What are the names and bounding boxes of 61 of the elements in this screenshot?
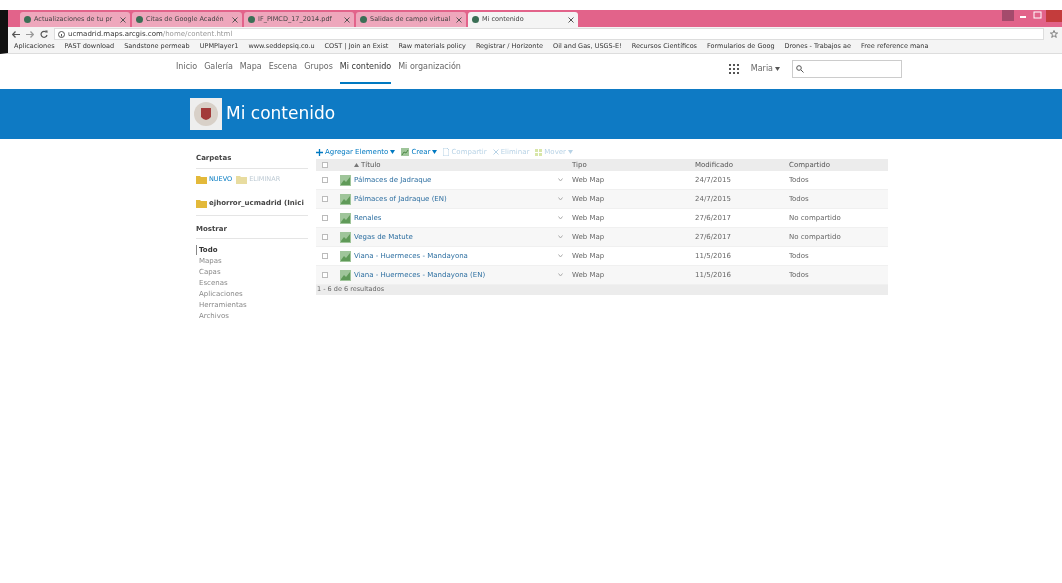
map-icon	[340, 212, 351, 224]
user-menu[interactable]: Maria	[750, 63, 780, 75]
row-menu-icon[interactable]	[558, 178, 563, 182]
caret-icon	[568, 150, 573, 154]
back-icon[interactable]	[12, 30, 20, 38]
row-menu-icon[interactable]	[558, 273, 563, 277]
favicon-icon	[472, 16, 479, 23]
favicon-icon	[24, 16, 31, 23]
cross-icon	[492, 149, 499, 155]
row-checkbox[interactable]	[322, 215, 328, 221]
map-icon	[340, 193, 351, 205]
row-checkbox[interactable]	[322, 177, 328, 183]
favicon-icon	[360, 16, 367, 23]
select-all-checkbox[interactable]	[322, 162, 328, 168]
folder-icon	[236, 174, 248, 184]
nav-link[interactable]: Mi organización	[398, 61, 461, 84]
row-menu-icon[interactable]	[558, 235, 563, 239]
caret-icon	[390, 150, 396, 154]
page-title: Mi contenido	[226, 102, 336, 126]
map-icon	[340, 231, 351, 243]
forward-icon[interactable]	[26, 30, 34, 38]
search-field[interactable]	[792, 60, 902, 78]
close-icon[interactable]	[344, 16, 350, 23]
folder-icon	[196, 199, 207, 208]
map-icon	[340, 250, 351, 262]
map-sheet-icon	[401, 148, 410, 156]
close-icon[interactable]	[120, 16, 126, 23]
plus-icon	[316, 148, 323, 156]
crest-logo-icon	[190, 98, 222, 130]
search-icon	[796, 65, 804, 73]
close-icon[interactable]	[232, 16, 238, 23]
map-icon	[340, 269, 351, 281]
grid-icon	[535, 148, 543, 156]
reload-icon[interactable]	[40, 30, 48, 38]
close-icon[interactable]	[456, 16, 462, 23]
favicon-icon	[136, 16, 143, 23]
favicon-icon	[248, 16, 255, 23]
row-menu-icon[interactable]	[558, 197, 563, 201]
row-checkbox[interactable]	[322, 196, 328, 202]
close-icon[interactable]	[568, 16, 574, 23]
row-checkbox[interactable]	[322, 234, 328, 240]
nav-link[interactable]: Galería	[204, 61, 233, 84]
apps-grid-icon[interactable]	[728, 64, 739, 74]
caret-icon	[432, 150, 438, 154]
star-icon[interactable]	[1050, 30, 1058, 38]
caret-icon	[775, 67, 780, 71]
row-checkbox[interactable]	[322, 272, 328, 278]
map-icon	[340, 174, 351, 186]
document-icon	[443, 148, 450, 156]
nav-link[interactable]: Mi contenido	[339, 61, 392, 84]
sort-up-icon	[354, 163, 359, 167]
nav-link[interactable]: Inicio	[176, 61, 198, 84]
nav-link[interactable]: Grupos	[304, 61, 333, 84]
window-controls-icon[interactable]	[1002, 10, 1062, 24]
info-icon	[58, 30, 65, 38]
nav-link[interactable]: Escena	[268, 61, 298, 84]
folder-icon	[196, 174, 207, 184]
row-menu-icon[interactable]	[558, 254, 563, 258]
row-menu-icon[interactable]	[558, 216, 563, 220]
nav-link[interactable]: Mapa	[239, 61, 262, 84]
row-checkbox[interactable]	[322, 253, 328, 259]
